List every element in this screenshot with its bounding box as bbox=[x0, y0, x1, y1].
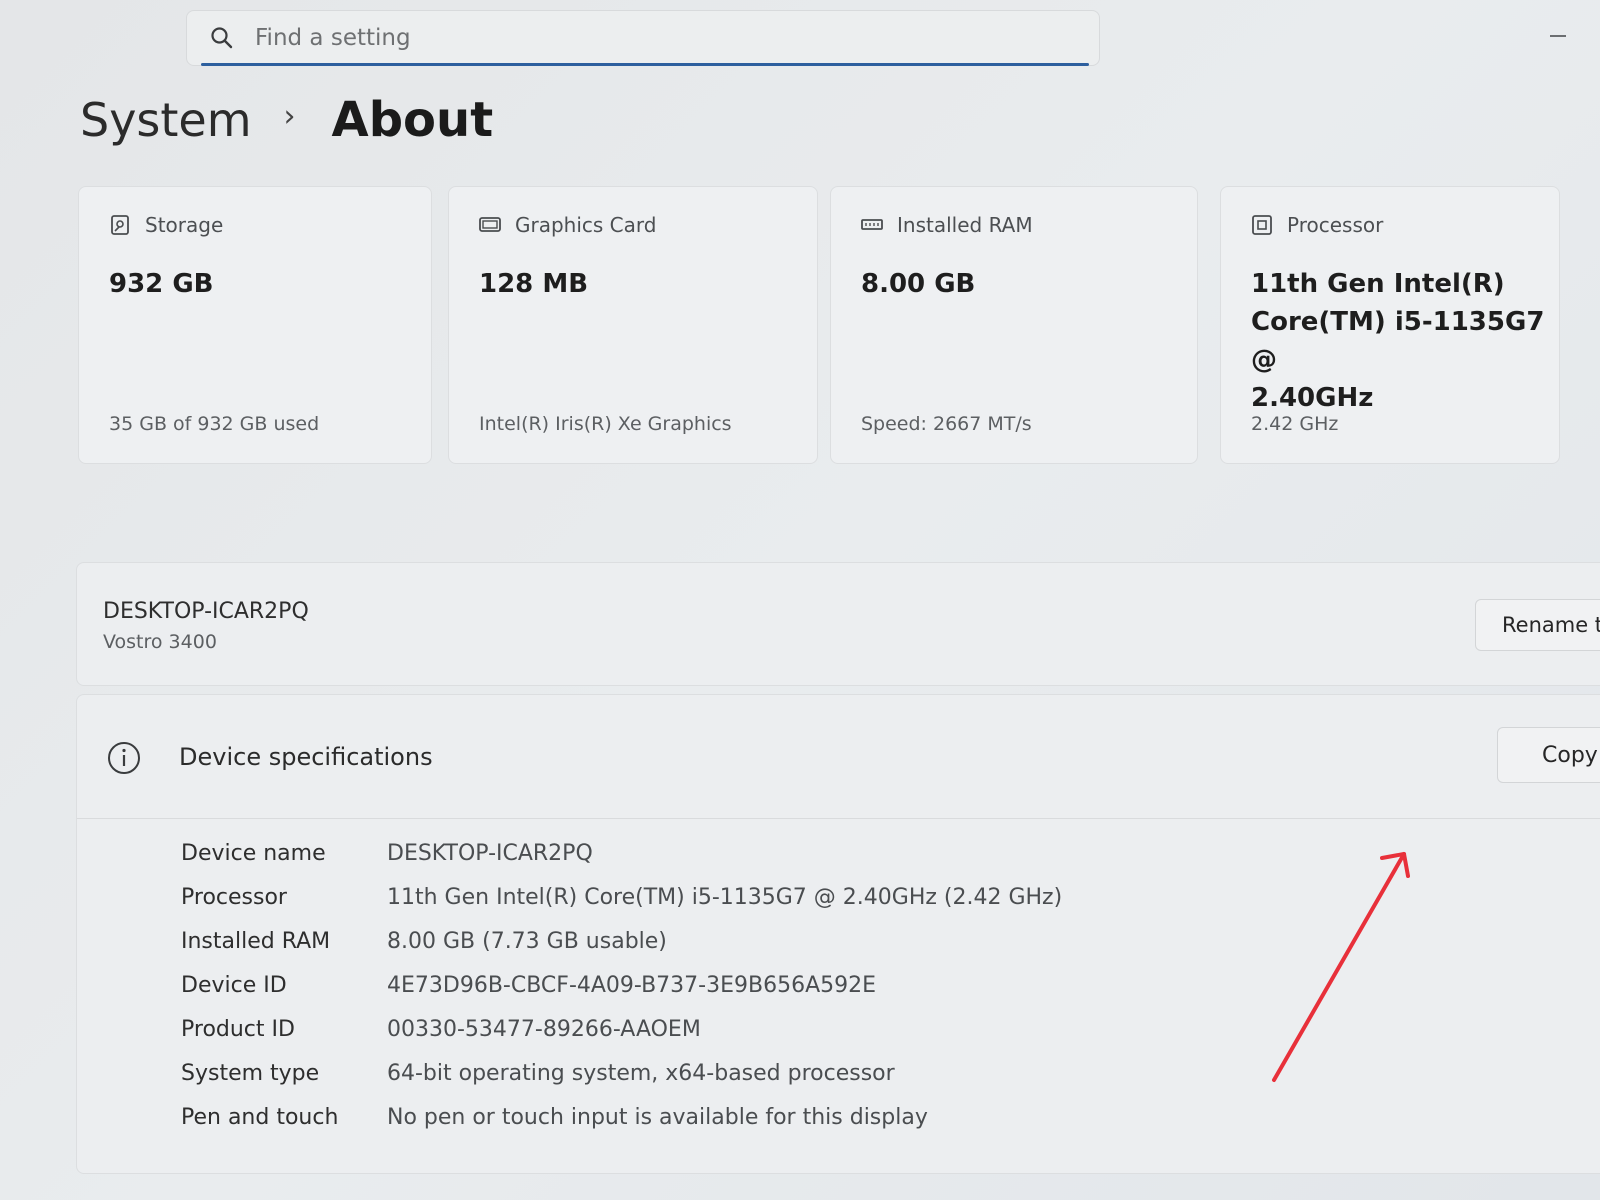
device-name-row: DESKTOP-ICAR2PQ Vostro 3400 Rename t bbox=[76, 562, 1600, 686]
spec-table: Device name DESKTOP-ICAR2PQ Processor 11… bbox=[181, 831, 1062, 1139]
spec-value: No pen or touch input is available for t… bbox=[387, 1104, 928, 1130]
device-specifications-header[interactable]: Device specifications Copy bbox=[77, 695, 1600, 819]
search-icon bbox=[209, 25, 235, 51]
installed-ram-speed: Speed: 2667 MT/s bbox=[861, 413, 1032, 435]
settings-window: System › About Storage 932 GB 35 GB of 9… bbox=[0, 0, 1600, 1200]
graphics-card-model: Intel(R) Iris(R) Xe Graphics bbox=[479, 413, 732, 435]
page-title: About bbox=[331, 92, 494, 148]
storage-icon bbox=[109, 214, 131, 236]
spec-row: System type 64-bit operating system, x64… bbox=[181, 1051, 1062, 1095]
spec-row: Installed RAM 8.00 GB (7.73 GB usable) bbox=[181, 919, 1062, 963]
graphics-card-card[interactable]: Graphics Card 128 MB Intel(R) Iris(R) Xe… bbox=[448, 186, 818, 464]
spec-key: Processor bbox=[181, 884, 287, 910]
installed-ram-value: 8.00 GB bbox=[861, 269, 976, 299]
spec-row: Product ID 00330-53477-89266-AAOEM bbox=[181, 1007, 1062, 1051]
spec-row: Device ID 4E73D96B-CBCF-4A09-B737-3E9B65… bbox=[181, 963, 1062, 1007]
spec-row: Processor 11th Gen Intel(R) Core(TM) i5-… bbox=[181, 875, 1062, 919]
annotation-arrow-icon bbox=[1272, 852, 1410, 1082]
search-box[interactable] bbox=[186, 10, 1100, 66]
copy-button[interactable]: Copy bbox=[1497, 727, 1600, 783]
storage-value: 932 GB bbox=[109, 269, 214, 299]
spec-key: Installed RAM bbox=[181, 928, 331, 954]
spec-row: Device name DESKTOP-ICAR2PQ bbox=[181, 831, 1062, 875]
search-input[interactable] bbox=[255, 25, 1055, 51]
minimize-button[interactable] bbox=[1546, 24, 1570, 48]
device-name: DESKTOP-ICAR2PQ bbox=[103, 599, 309, 624]
processor-label: Processor bbox=[1287, 213, 1384, 237]
processor-value: 11th Gen Intel(R) Core(TM) i5-1135G7 @ 2… bbox=[1251, 265, 1559, 417]
breadcrumb: System › About bbox=[80, 92, 493, 148]
processor-icon bbox=[1251, 214, 1273, 236]
spec-key: Device name bbox=[181, 840, 326, 866]
processor-speed: 2.42 GHz bbox=[1251, 413, 1339, 435]
spec-value: 00330-53477-89266-AAOEM bbox=[387, 1016, 701, 1042]
minimize-icon bbox=[1550, 35, 1566, 37]
spec-value: DESKTOP-ICAR2PQ bbox=[387, 840, 593, 866]
processor-card[interactable]: Processor 11th Gen Intel(R) Core(TM) i5-… bbox=[1220, 186, 1560, 464]
graphics-card-value: 128 MB bbox=[479, 269, 589, 299]
rename-pc-button[interactable]: Rename t bbox=[1475, 599, 1600, 651]
spec-key: System type bbox=[181, 1060, 320, 1086]
spec-key: Pen and touch bbox=[181, 1104, 339, 1130]
breadcrumb-chevron-icon: › bbox=[283, 98, 296, 134]
graphics-card-label: Graphics Card bbox=[515, 213, 657, 237]
processor-value-line: 2.40GHz bbox=[1251, 383, 1374, 413]
spec-value: 64-bit operating system, x64-based proce… bbox=[387, 1060, 895, 1086]
installed-ram-card[interactable]: Installed RAM 8.00 GB Speed: 2667 MT/s bbox=[830, 186, 1198, 464]
ram-icon bbox=[861, 214, 883, 236]
processor-value-line: Core(TM) i5-1135G7 @ bbox=[1251, 307, 1545, 375]
storage-label: Storage bbox=[145, 213, 224, 237]
device-specifications-title: Device specifications bbox=[179, 743, 433, 771]
storage-usage: 35 GB of 932 GB used bbox=[109, 413, 320, 435]
processor-value-line: 11th Gen Intel(R) bbox=[1251, 269, 1505, 299]
spec-value: 4E73D96B-CBCF-4A09-B737-3E9B656A592E bbox=[387, 972, 877, 998]
info-icon bbox=[107, 741, 141, 775]
spec-row: Pen and touch No pen or touch input is a… bbox=[181, 1095, 1062, 1139]
storage-card[interactable]: Storage 932 GB 35 GB of 932 GB used bbox=[78, 186, 432, 464]
spec-value: 8.00 GB (7.73 GB usable) bbox=[387, 928, 667, 954]
spec-key: Device ID bbox=[181, 972, 287, 998]
spec-key: Product ID bbox=[181, 1016, 295, 1042]
spec-value: 11th Gen Intel(R) Core(TM) i5-1135G7 @ 2… bbox=[387, 884, 1063, 910]
device-model: Vostro 3400 bbox=[103, 631, 217, 653]
breadcrumb-system[interactable]: System bbox=[80, 93, 252, 147]
installed-ram-label: Installed RAM bbox=[897, 213, 1033, 237]
graphics-card-icon bbox=[479, 214, 501, 236]
